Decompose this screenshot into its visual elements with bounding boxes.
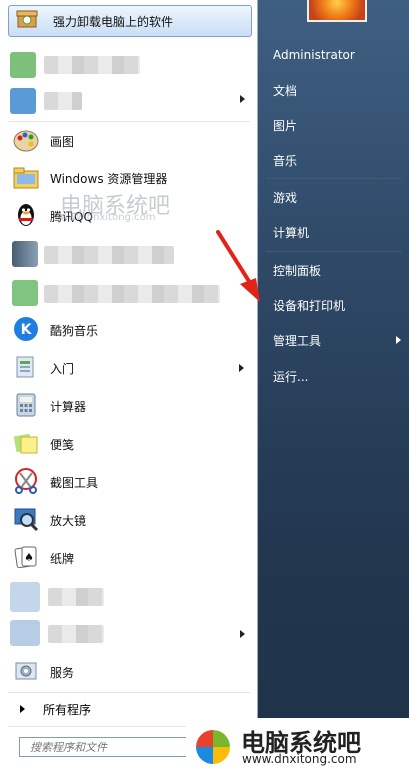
- right-item-label: 游戏: [273, 190, 298, 205]
- right-item-administrator[interactable]: Administrator: [273, 43, 401, 67]
- menu-item-label: 纸牌: [50, 551, 75, 566]
- right-item-label: 设备和打印机: [273, 298, 346, 313]
- separator: [8, 121, 250, 122]
- all-programs-button[interactable]: 所有程序: [8, 698, 250, 720]
- right-item-label: 运行...: [273, 369, 309, 384]
- folder-icon: [12, 163, 42, 193]
- right-item-documents[interactable]: 文档: [273, 78, 401, 102]
- submenu-arrow-icon: [396, 336, 401, 344]
- right-item-computer[interactable]: 计算机: [273, 220, 401, 244]
- menu-item-snipping-tool[interactable]: 截图工具: [6, 465, 252, 499]
- paint-palette-icon: [12, 126, 42, 156]
- menu-item-label: 计算器: [50, 399, 87, 414]
- watermark-bottom-url: www.dnxitong.com: [242, 752, 357, 766]
- blurred-app-label: [44, 92, 82, 110]
- start-menu-right-panel: Administrator 文档 图片 音乐 游戏 计算机 控制面板 设备和打印…: [258, 0, 409, 774]
- submenu-arrow-icon: [240, 630, 245, 638]
- blurred-app-label: [44, 285, 220, 303]
- calculator-icon: [12, 391, 42, 421]
- user-avatar[interactable]: [307, 0, 367, 22]
- right-item-pictures[interactable]: 图片: [273, 113, 401, 137]
- blurred-app-icon: [10, 620, 40, 646]
- blurred-app-label: [48, 625, 104, 643]
- sticky-notes-icon: [12, 429, 42, 459]
- blurred-app-label: [48, 588, 104, 606]
- right-item-music[interactable]: 音乐: [273, 148, 401, 172]
- menu-item-label: 酷狗音乐: [50, 323, 99, 338]
- menu-item-label: 服务: [50, 665, 75, 680]
- kugou-music-icon: K: [12, 315, 42, 345]
- start-menu-left-panel: 强力卸载电脑上的软件 画图 Windows 资源管理器 腾讯QQ K 酷狗音乐: [0, 0, 258, 774]
- blurred-app-icon: [10, 88, 36, 114]
- expand-arrow-icon: [20, 705, 25, 713]
- right-item-run[interactable]: 运行...: [273, 364, 401, 388]
- right-item-label: 计算机: [273, 225, 310, 240]
- pinned-uninstall-tool[interactable]: 强力卸载电脑上的软件: [8, 5, 252, 37]
- menu-item-label: 截图工具: [50, 475, 99, 490]
- all-programs-label: 所有程序: [43, 702, 92, 717]
- right-item-label: 文档: [273, 83, 298, 98]
- menu-item-label: 放大镜: [50, 513, 87, 528]
- right-item-label: 控制面板: [273, 263, 322, 278]
- separator: [8, 692, 250, 693]
- menu-item-label: Windows 资源管理器: [50, 171, 168, 186]
- menu-item-calculator[interactable]: 计算器: [6, 389, 252, 423]
- pinned-uninstall-label: 强力卸载电脑上的软件: [53, 14, 174, 29]
- watermark-url: www.dnxitong.com: [60, 212, 156, 223]
- right-item-label: 管理工具: [273, 333, 322, 348]
- menu-item-label: 便笺: [50, 437, 75, 452]
- svg-text:♠: ♠: [24, 551, 34, 564]
- services-gear-icon: [12, 657, 42, 687]
- submenu-arrow-icon: [240, 95, 245, 103]
- blurred-app-label: [44, 246, 174, 264]
- menu-item-magnifier[interactable]: 放大镜: [6, 503, 252, 537]
- right-item-label: 图片: [273, 118, 298, 133]
- uninstall-box-icon: [15, 6, 45, 36]
- blurred-app-icon: [10, 582, 40, 612]
- right-item-games[interactable]: 游戏: [273, 185, 401, 209]
- blurred-app-label: [44, 56, 140, 74]
- blurred-app-icon: [10, 52, 36, 78]
- menu-item-sticky-notes[interactable]: 便笺: [6, 427, 252, 461]
- right-item-label: 音乐: [273, 153, 298, 168]
- getting-started-icon: [12, 353, 42, 383]
- svg-text:K: K: [21, 322, 33, 338]
- qq-penguin-icon: [12, 201, 42, 231]
- right-item-devices-printers[interactable]: 设备和打印机: [273, 293, 401, 317]
- search-input[interactable]: [19, 737, 189, 757]
- right-item-label: Administrator: [273, 48, 355, 62]
- separator: [266, 251, 402, 252]
- windows-logo-icon: [196, 730, 230, 764]
- red-pointer-arrow-icon: [216, 230, 260, 302]
- right-item-control-panel[interactable]: 控制面板: [273, 258, 401, 282]
- scissors-icon: [12, 467, 42, 497]
- menu-item-solitaire[interactable]: ♠ 纸牌: [6, 541, 252, 575]
- menu-item-getting-started[interactable]: 入门: [6, 351, 252, 385]
- menu-item-services[interactable]: 服务: [6, 655, 252, 689]
- playing-cards-icon: ♠: [12, 543, 42, 573]
- menu-item-label: 画图: [50, 134, 75, 149]
- menu-item-kugou[interactable]: K 酷狗音乐: [6, 313, 252, 347]
- blurred-app-icon: [12, 241, 38, 267]
- magnifier-icon: [12, 505, 42, 535]
- watermark-logo-block: 电脑系统吧 www.dnxitong.com: [186, 718, 409, 774]
- right-item-admin-tools[interactable]: 管理工具: [273, 328, 401, 352]
- separator: [266, 178, 402, 179]
- submenu-arrow-icon: [239, 364, 244, 372]
- menu-item-paint[interactable]: 画图: [6, 124, 252, 158]
- blurred-app-icon: [12, 280, 38, 306]
- menu-item-label: 入门: [50, 361, 75, 376]
